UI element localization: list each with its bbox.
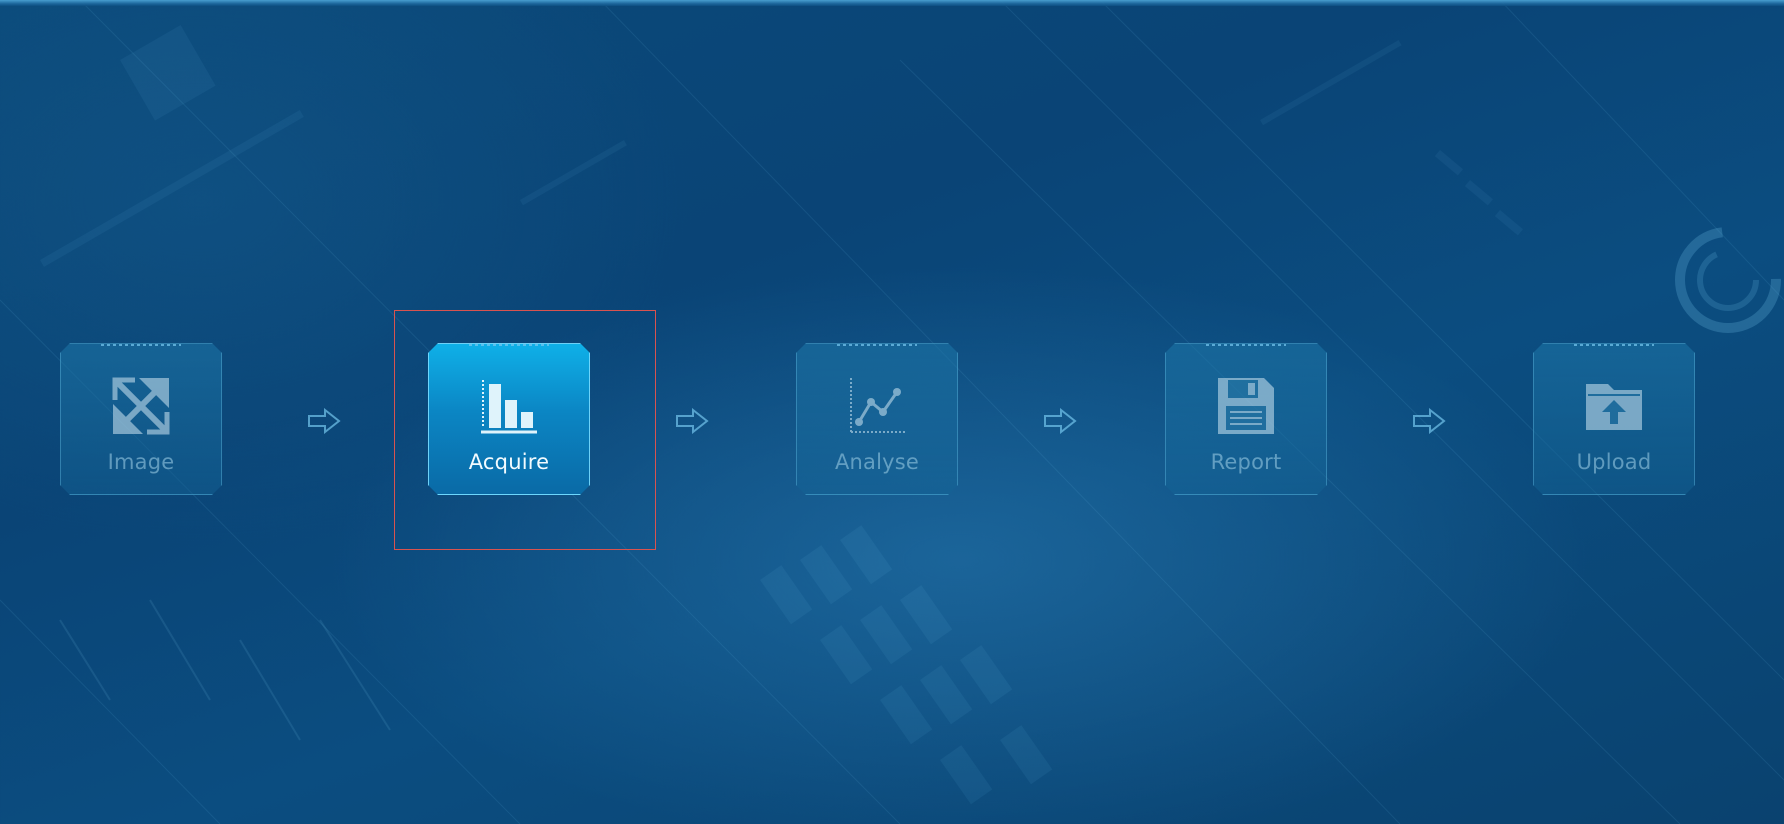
step-analyse[interactable]: Analyse: [796, 343, 958, 495]
right-arrow-icon: [676, 408, 709, 434]
step-label: Analyse: [834, 450, 920, 474]
step-acquire[interactable]: Acquire: [428, 343, 590, 495]
floppy-disk-icon: [1218, 378, 1274, 434]
step-label: Image: [107, 450, 175, 474]
step-image[interactable]: Image: [60, 343, 222, 495]
step-label: Acquire: [468, 450, 550, 474]
step-upload[interactable]: Upload: [1533, 343, 1695, 495]
workflow: Image Acquire Analyse Report Upload: [0, 0, 1784, 824]
right-arrow-icon: [1413, 408, 1446, 434]
step-label: Upload: [1576, 450, 1652, 474]
step-label: Report: [1210, 450, 1282, 474]
line-chart-icon: [850, 378, 907, 433]
right-arrow-icon: [1044, 408, 1077, 434]
step-report[interactable]: Report: [1165, 343, 1327, 495]
bar-chart-icon: [481, 380, 537, 434]
folder-upload-icon: [1586, 384, 1642, 430]
right-arrow-icon: [308, 408, 341, 434]
expand-arrows-icon: [112, 377, 170, 435]
